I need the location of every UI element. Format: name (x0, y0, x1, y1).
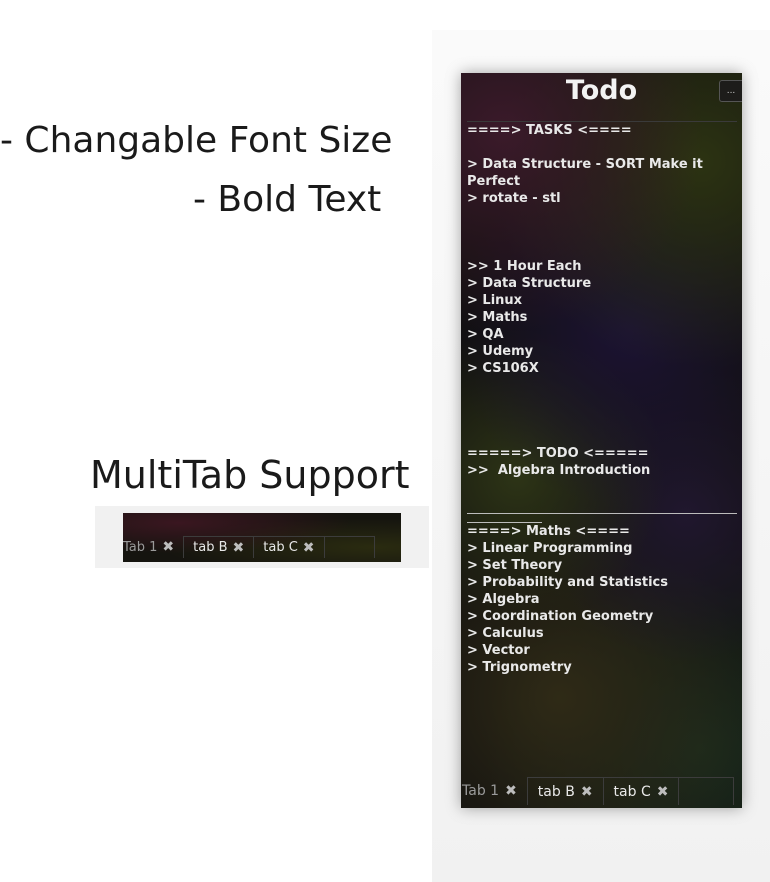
demo-tab-bar: Tab 1 ✖ tab B ✖ tab C ✖ (123, 536, 375, 558)
close-icon[interactable]: ✖ (303, 540, 315, 556)
note-line (467, 139, 737, 156)
close-icon[interactable]: ✖ (505, 783, 517, 799)
menu-button[interactable]: ... (719, 80, 742, 102)
note-line: > Set Theory (467, 558, 563, 573)
demo-tab-label: Tab 1 (123, 539, 158, 555)
demo-tab-c[interactable]: tab C ✖ (254, 536, 325, 558)
note-line: > Linear Programming (467, 541, 633, 556)
note-line (467, 479, 737, 496)
note-line: > CS106X (467, 361, 539, 376)
note-line: > Linux (467, 293, 523, 308)
note-line (467, 224, 737, 241)
close-icon[interactable]: ✖ (657, 784, 669, 800)
tab-c[interactable]: tab C ✖ (603, 777, 680, 805)
note-line (467, 207, 737, 224)
multitab-demo: Tab 1 ✖ tab B ✖ tab C ✖ (123, 513, 401, 562)
app-header: Todo ... (461, 73, 742, 111)
close-icon[interactable]: ✖ (581, 784, 593, 800)
tab-b[interactable]: tab B ✖ (527, 777, 604, 805)
tab-label: tab B (537, 783, 575, 800)
note-line: ====> Maths <==== (467, 524, 630, 539)
separator-line-short (467, 514, 542, 523)
note-line: > Vector (467, 643, 530, 658)
note-text-area[interactable]: ====> TASKS <==== > Data Structure - SOR… (467, 121, 737, 772)
demo-new-tab-area[interactable] (324, 536, 375, 558)
feature-bold-text-label: - Bold Text (193, 179, 382, 220)
close-icon[interactable]: ✖ (233, 540, 245, 556)
todo-app-window: Todo ... ====> TASKS <==== > Data Struct… (461, 73, 742, 808)
feature-font-size-label: - Changable Font Size (0, 120, 393, 161)
note-line: >> 1 Hour Each (467, 259, 582, 274)
note-line: > Maths (467, 310, 528, 325)
close-icon[interactable]: ✖ (162, 539, 174, 555)
tab-label: tab C (613, 783, 651, 800)
tab-1[interactable]: Tab 1 ✖ (461, 777, 528, 805)
note-line: > Data Structure (467, 276, 592, 291)
demo-tab-1[interactable]: Tab 1 ✖ (123, 536, 185, 558)
feature-multitab-label: MultiTab Support (90, 453, 410, 497)
note-line: > QA (467, 327, 504, 342)
note-line: >> Algebra Introduction (467, 463, 651, 478)
note-line (467, 428, 737, 445)
note-line: > Probability and Statistics (467, 575, 668, 590)
tab-label: Tab 1 (462, 783, 500, 799)
note-line (467, 411, 737, 428)
note-line (467, 394, 737, 411)
note-line: ====> TASKS <==== (467, 123, 632, 138)
new-tab-area[interactable] (679, 777, 735, 805)
demo-tab-label: tab C (263, 540, 298, 555)
note-line: > Coordination Geometry (467, 609, 654, 624)
app-title: Todo (565, 75, 638, 106)
demo-tab-label: tab B (193, 540, 228, 555)
note-line (467, 241, 737, 258)
note-line: > rotate - stl (467, 191, 561, 206)
tab-bar: Tab 1 ✖ tab B ✖ tab C ✖ (461, 777, 735, 805)
note-line: > Trignometry (467, 660, 572, 675)
note-line: > Udemy (467, 344, 534, 359)
note-line: > Calculus (467, 626, 544, 641)
note-line: =====> TODO <===== (467, 446, 649, 461)
note-line: > Data Structure - SORT Make it Perfect (467, 157, 708, 189)
separator-line (467, 497, 737, 514)
multitab-demo-frame: Tab 1 ✖ tab B ✖ tab C ✖ (95, 506, 429, 568)
note-line (467, 377, 737, 394)
demo-tab-b[interactable]: tab B ✖ (184, 536, 255, 558)
note-line: > Algebra (467, 592, 540, 607)
